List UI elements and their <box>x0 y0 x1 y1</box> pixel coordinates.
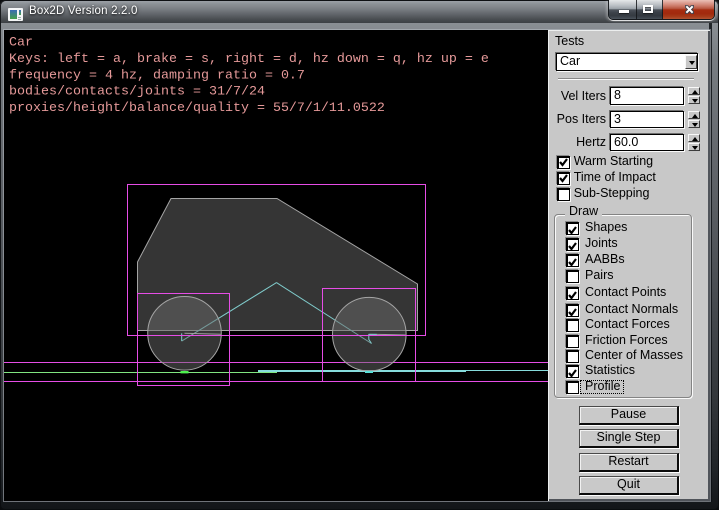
svg-text:frequency = 4 hz, damping rati: frequency = 4 hz, damping ratio = 0.7 <box>9 68 305 83</box>
svg-text:proxies/height/balance/quality: proxies/height/balance/quality = 55/7/1/… <box>9 101 385 116</box>
svg-text:Car: Car <box>9 36 33 51</box>
svg-text:Keys: left = a, brake = s, rig: Keys: left = a, brake = s, right = d, hz… <box>9 52 489 67</box>
svg-text:bodies/contacts/joints = 31/7/: bodies/contacts/joints = 31/7/24 <box>9 85 265 100</box>
